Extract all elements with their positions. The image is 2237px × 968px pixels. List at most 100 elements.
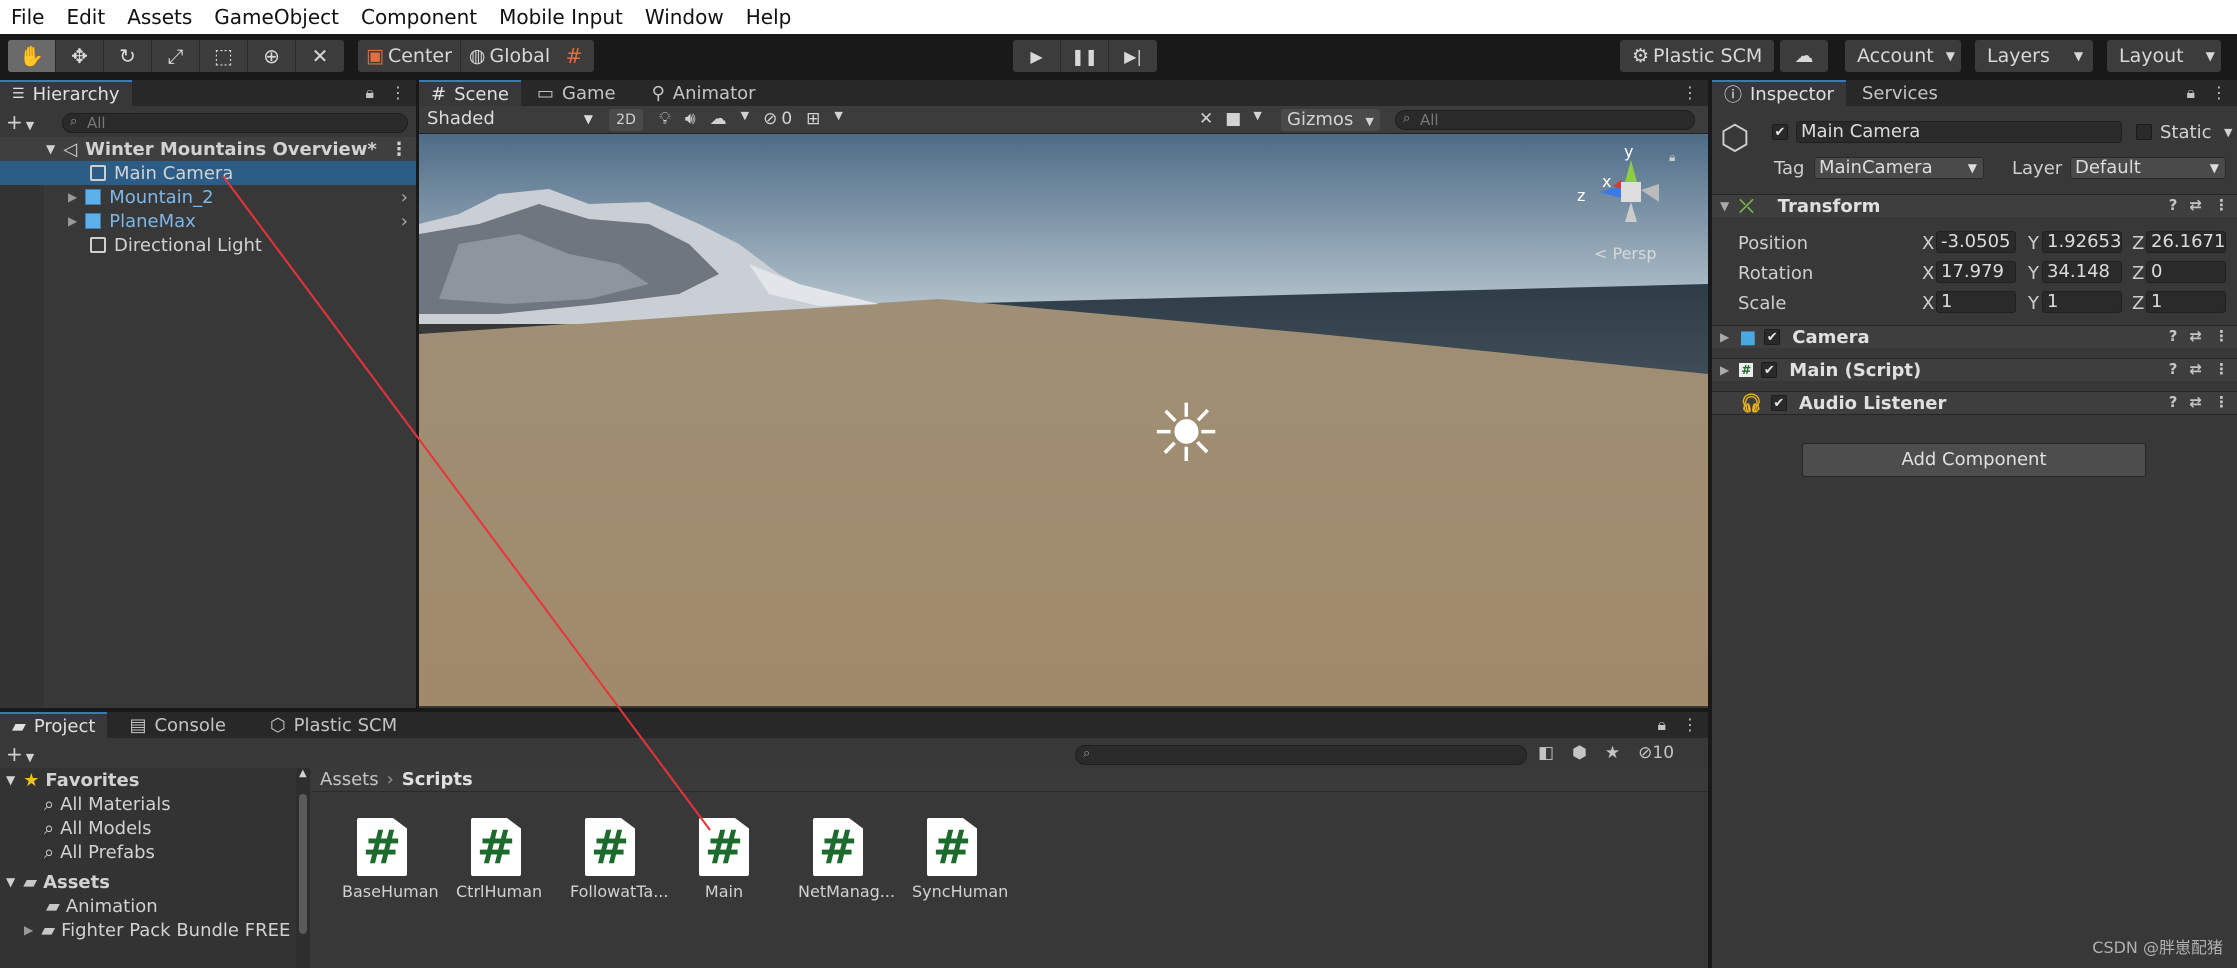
help-icon[interactable]: ? [2169,327,2178,345]
favorite-star-icon[interactable]: ★ [1605,743,1620,763]
chevron-down-icon[interactable]: ▼ [741,109,749,129]
rotation-y-field[interactable]: 34.148 [2042,261,2122,283]
help-icon[interactable]: ? [2169,360,2178,378]
tab-scene[interactable]: # Scene [419,80,521,106]
rotation-z-field[interactable]: 0 [2146,261,2226,283]
folder-item[interactable]: ▶ ▰ Fighter Pack Bundle FREE [0,918,296,942]
position-y-field[interactable]: 1.92653 [2042,231,2122,253]
chevron-down-icon[interactable]: ▼ [1253,109,1261,129]
more-options-icon[interactable]: ⋮ [390,83,406,103]
transform-tool-icon[interactable]: ⊕ [248,40,296,72]
tab-hierarchy[interactable]: ☰ Hierarchy [0,80,132,106]
chevron-right-icon[interactable]: › [401,211,408,232]
script-asset[interactable]: # BaseHuman [342,818,439,901]
lighting-icon[interactable]: 💡︎ [659,109,671,129]
project-search-input[interactable]: ⌕ [1075,745,1527,765]
grid-icon[interactable]: ⊞ [806,109,820,129]
rect-tool-icon[interactable]: ⬚ [200,40,248,72]
transform-header[interactable]: ▼ ⤫ Transform ? ⇄ ⋮ [1712,194,2237,217]
expand-arrow-icon[interactable]: ▶ [68,214,77,228]
expand-arrow-icon[interactable]: ▼ [6,773,15,787]
enabled-checkbox[interactable]: ✔ [1764,329,1781,345]
expand-arrow-icon[interactable]: ▶ [68,190,77,204]
tab-console[interactable]: ▤ Console [107,712,237,738]
tag-dropdown[interactable]: MainCamera ▼ [1814,157,1984,179]
hierarchy-item-planemax[interactable]: ▶ PlaneMax › [0,209,416,233]
position-z-field[interactable]: 26.1671 [2146,231,2226,253]
menu-edit[interactable]: Edit [55,5,116,29]
enabled-checkbox[interactable]: ✔ [1761,362,1778,378]
tab-inspector[interactable]: ⓘ Inspector [1712,80,1846,106]
static-checkbox[interactable] [2136,124,2152,140]
expand-arrow-icon[interactable]: ▶ [1720,363,1729,377]
scale-x-field[interactable]: 1 [1936,291,2016,313]
scene-search-input[interactable]: ⌕ All [1395,110,1695,130]
hidden-objects-icon[interactable]: ⊘ [763,109,777,129]
move-tool-icon[interactable]: ✥ [56,40,104,72]
menu-window[interactable]: Window [634,5,735,29]
hidden-packages-icon[interactable]: ⊘10 [1638,743,1674,763]
chevron-down-icon[interactable]: ▼ [834,109,842,129]
breadcrumb-root[interactable]: Assets [320,769,379,790]
filter-type-icon[interactable]: ◧ [1538,743,1554,763]
script-asset[interactable]: # CtrlHuman [456,818,542,901]
toggle-2d-button[interactable]: 2D [609,109,643,131]
presets-icon[interactable]: ⇄ [2189,327,2202,345]
folder-item[interactable]: ▰ Animation [0,894,296,918]
hierarchy-search-input[interactable]: ⌕ All [62,113,408,133]
more-options-icon[interactable]: ⋮ [2214,360,2229,378]
play-button[interactable]: ▶ [1013,40,1061,72]
add-component-button[interactable]: Add Component [1802,443,2146,477]
help-icon[interactable]: ? [2169,393,2178,411]
expand-arrow-icon[interactable]: ▼ [6,875,15,889]
help-icon[interactable]: ? [2169,196,2178,214]
chevron-down-icon[interactable]: ▼ [2224,126,2232,139]
menu-gameobject[interactable]: GameObject [203,5,350,29]
scroll-up-icon[interactable]: ▲ [299,768,307,779]
menu-mobile-input[interactable]: Mobile Input [488,5,634,29]
menu-assets[interactable]: Assets [116,5,203,29]
pivot-space-button[interactable]: ◍ Global [460,40,560,72]
lock-icon[interactable]: 🔒︎ [2186,83,2195,103]
script-asset[interactable]: # Main [684,818,764,901]
orientation-gizmo[interactable]: y x z 🔒︎ [1569,142,1689,242]
hierarchy-item-directional-light[interactable]: Directional Light [0,233,416,257]
menu-help[interactable]: Help [735,5,803,29]
more-options-icon[interactable]: ⋮ [390,139,408,160]
more-options-icon[interactable]: ⋮ [2214,327,2229,345]
layout-dropdown[interactable]: Layout ▼ [2107,40,2221,72]
expand-arrow-icon[interactable]: ▼ [46,142,55,156]
more-options-icon[interactable]: ⋮ [2211,83,2227,103]
layer-dropdown[interactable]: Default ▼ [2070,157,2226,179]
scale-y-field[interactable]: 1 [2042,291,2122,313]
tab-services[interactable]: Services [1846,80,1950,106]
more-options-icon[interactable]: ⋮ [2214,196,2229,214]
pause-button[interactable]: ❚❚ [1061,40,1109,72]
hand-tool-icon[interactable]: ✋ [8,40,56,72]
expand-arrow-icon[interactable]: ▶ [1720,330,1729,344]
lock-icon[interactable]: 🔒︎ [365,83,374,103]
label-tag-icon[interactable]: ⬢ [1572,743,1587,763]
chevron-right-icon[interactable]: › [401,187,408,208]
active-checkbox[interactable]: ✔ [1772,124,1788,140]
directional-light-icon[interactable]: ☀ [1146,394,1226,474]
favorite-item[interactable]: ⌕ All Prefabs [0,840,296,864]
account-dropdown[interactable]: Account ▼ [1845,40,1961,72]
scroll-thumb[interactable] [299,794,307,934]
lock-icon[interactable]: 🔒︎ [1669,150,1675,165]
shading-mode-dropdown[interactable]: Shaded ▼ [423,109,599,131]
menu-component[interactable]: Component [350,5,488,29]
breadcrumb-current[interactable]: Scripts [402,769,473,790]
rotation-x-field[interactable]: 17.979 [1936,261,2016,283]
camera-component-header[interactable]: ▶ ■ ✔ Camera ? ⇄ ⋮ [1712,325,2237,348]
more-options-icon[interactable]: ⋮ [1682,83,1698,102]
tab-plastic-scm[interactable]: ⬡ Plastic SCM [238,712,409,738]
create-add-button[interactable]: + ▼ [6,742,34,766]
scene-root-row[interactable]: ▼ ◁ Winter Mountains Overview* ⋮ [0,137,416,161]
more-options-icon[interactable]: ⋮ [2214,393,2229,411]
pivot-center-button[interactable]: ▣ Center [358,40,461,72]
presets-icon[interactable]: ⇄ [2189,393,2202,411]
plastic-scm-button[interactable]: ⚙ Plastic SCM [1620,40,1775,72]
hierarchy-item-main-camera[interactable]: Main Camera [0,161,416,185]
more-options-icon[interactable]: ⋮ [1682,715,1698,735]
